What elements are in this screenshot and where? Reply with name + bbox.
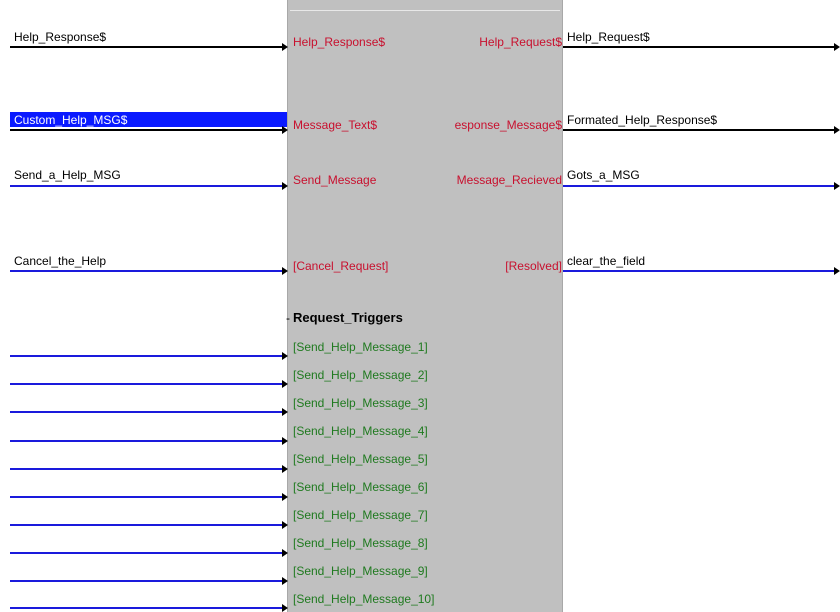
output-port-message-received: Message_Recieved — [456, 173, 562, 187]
arrow-icon — [834, 267, 840, 275]
arrow-icon — [282, 521, 288, 529]
arrow-icon — [282, 126, 288, 134]
group-header-request-triggers: Request_Triggers — [293, 310, 403, 325]
left-signal-help-response[interactable]: Help_Response$ — [14, 30, 106, 44]
arrow-icon — [282, 465, 288, 473]
left-signal-cancel-the-help[interactable]: Cancel_the_Help — [14, 254, 106, 268]
trigger-input-1: [Send_Help_Message_1] — [293, 340, 428, 354]
arrow-icon — [282, 549, 288, 557]
left-signal-send-a-help-msg[interactable]: Send_a_Help_MSG — [14, 168, 121, 182]
arrow-icon — [282, 493, 288, 501]
arrow-icon — [834, 43, 840, 51]
trigger-wire-6[interactable] — [10, 496, 284, 498]
arrow-icon — [282, 604, 288, 612]
trigger-input-5: [Send_Help_Message_5] — [293, 452, 428, 466]
right-signal-gots-a-msg[interactable]: Gots_a_MSG — [567, 168, 640, 182]
left-wire-custom-help-msg[interactable] — [10, 129, 284, 131]
right-signal-help-request[interactable]: Help_Request$ — [567, 30, 650, 44]
output-port-response-message: esponse_Message$ — [454, 118, 562, 132]
arrow-icon — [834, 182, 840, 190]
trigger-wire-4[interactable] — [10, 440, 284, 442]
trigger-input-6: [Send_Help_Message_6] — [293, 480, 428, 494]
output-port-resolved: [Resolved] — [505, 259, 562, 273]
arrow-icon — [282, 408, 288, 416]
group-collapse-dash[interactable]: - — [286, 311, 290, 325]
trigger-wire-10[interactable] — [10, 607, 284, 609]
logic-canvas: Help_Response$ Custom_Help_MSG$ Send_a_H… — [0, 0, 840, 612]
trigger-wire-1[interactable] — [10, 355, 284, 357]
output-port-help-request: Help_Request$ — [479, 35, 562, 49]
trigger-wire-2[interactable] — [10, 383, 284, 385]
input-port-cancel-request: [Cancel_Request] — [293, 259, 389, 273]
trigger-input-2: [Send_Help_Message_2] — [293, 368, 428, 382]
right-signal-clear-the-field[interactable]: clear_the_field — [567, 254, 645, 268]
right-wire-gots-a-msg[interactable] — [563, 185, 835, 187]
input-port-help-response: Help_Response$ — [293, 35, 386, 49]
left-signal-custom-help-msg[interactable]: Custom_Help_MSG$ — [14, 113, 127, 127]
trigger-wire-8[interactable] — [10, 552, 284, 554]
trigger-input-4: [Send_Help_Message_4] — [293, 424, 428, 438]
right-wire-clear-the-field[interactable] — [563, 270, 835, 272]
function-block-header-edge — [290, 0, 560, 11]
trigger-input-7: [Send_Help_Message_7] — [293, 508, 428, 522]
arrow-icon — [282, 352, 288, 360]
trigger-input-9: [Send_Help_Message_9] — [293, 564, 428, 578]
left-wire-cancel-the-help[interactable] — [10, 270, 284, 272]
trigger-input-8: [Send_Help_Message_8] — [293, 536, 428, 550]
arrow-icon — [282, 182, 288, 190]
output-port-response-message-clip: esponse_Message$ — [430, 118, 562, 134]
left-wire-send-a-help-msg[interactable] — [10, 185, 284, 187]
trigger-wire-5[interactable] — [10, 468, 284, 470]
right-wire-formated-help-response[interactable] — [563, 129, 835, 131]
arrow-icon — [282, 267, 288, 275]
trigger-input-10: [Send_Help_Message_10] — [293, 592, 435, 606]
left-wire-help-response[interactable] — [10, 46, 284, 48]
arrow-icon — [282, 43, 288, 51]
right-wire-help-request[interactable] — [563, 46, 835, 48]
trigger-wire-7[interactable] — [10, 524, 284, 526]
input-port-message-text: Message_Text$ — [293, 118, 378, 132]
right-signal-formated-help-response[interactable]: Formated_Help_Response$ — [567, 113, 717, 127]
trigger-input-3: [Send_Help_Message_3] — [293, 396, 428, 410]
arrow-icon — [834, 126, 840, 134]
trigger-wire-9[interactable] — [10, 580, 284, 582]
arrow-icon — [282, 577, 288, 585]
input-port-send-message: Send_Message — [293, 173, 377, 187]
trigger-wire-3[interactable] — [10, 411, 284, 413]
arrow-icon — [282, 437, 288, 445]
arrow-icon — [282, 380, 288, 388]
